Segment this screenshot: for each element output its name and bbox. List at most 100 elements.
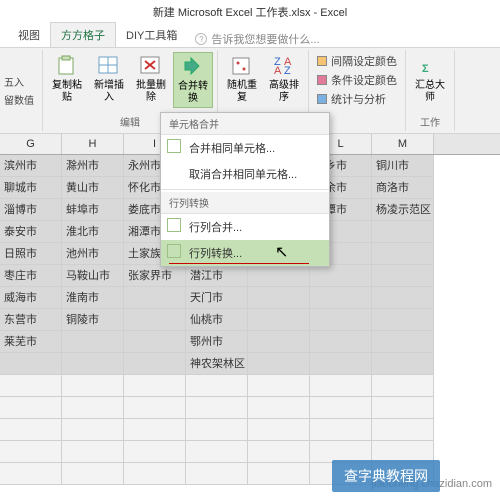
cell[interactable]: 张家界市 [124,265,186,287]
cell[interactable]: 日照市 [0,243,62,265]
cell[interactable] [62,353,124,375]
cell[interactable]: 仙桃市 [186,309,248,331]
tab-ffgz[interactable]: 方方格子 [50,22,116,47]
summary-master-button[interactable]: Σ 汇总大师 [410,52,450,106]
cell[interactable] [248,463,310,485]
menu-rowcol-convert[interactable]: 行列转换... [161,240,329,266]
cell[interactable]: 滨州市 [0,155,62,177]
cell[interactable]: 池州市 [62,243,124,265]
cell[interactable] [62,331,124,353]
cell[interactable] [62,419,124,441]
cell[interactable] [62,397,124,419]
cell[interactable] [124,331,186,353]
cell[interactable] [372,265,434,287]
cell[interactable]: 蚌埠市 [62,199,124,221]
cell[interactable]: 东营市 [0,309,62,331]
cell[interactable]: 淮北市 [62,221,124,243]
cell[interactable]: 杨凌示范区 [372,199,434,221]
cell[interactable] [248,331,310,353]
cell[interactable]: 铜川市 [372,155,434,177]
cell[interactable]: 莱芜市 [0,331,62,353]
cell[interactable]: 神农架林区 [186,353,248,375]
merge-convert-button[interactable]: 合并转换 [173,52,213,108]
cell[interactable] [124,309,186,331]
interval-color-button[interactable]: 间隔设定颜色 [313,52,401,70]
cell[interactable] [372,419,434,441]
cell[interactable]: 天门市 [186,287,248,309]
cell[interactable] [248,419,310,441]
cell[interactable]: 滁州市 [62,155,124,177]
cell[interactable]: 黄山市 [62,177,124,199]
cell[interactable] [248,287,310,309]
cell[interactable]: 枣庄市 [0,265,62,287]
stats-analysis-button[interactable]: 统计与分析 [313,90,401,108]
left-text-1[interactable]: 五入 [0,73,38,90]
menu-rowcol-merge[interactable]: 行列合并... [161,214,329,240]
cell[interactable] [248,309,310,331]
cell[interactable]: 铜陵市 [62,309,124,331]
cell[interactable] [310,287,372,309]
cell[interactable]: 商洛市 [372,177,434,199]
cell[interactable] [186,375,248,397]
cell[interactable] [124,287,186,309]
cell[interactable] [0,375,62,397]
batch-delete-button[interactable]: 批量删除 [131,52,171,106]
cell[interactable]: 马鞍山市 [62,265,124,287]
left-text-2[interactable]: 留数值 [0,91,38,108]
random-repeat-button[interactable]: 随机重复 [222,52,262,106]
condition-color-button[interactable]: 条件设定颜色 [313,71,401,89]
cell[interactable]: 潜江市 [186,265,248,287]
col-header[interactable]: M [372,134,434,154]
cell[interactable] [310,375,372,397]
cell[interactable] [310,265,372,287]
tab-diy[interactable]: DIY工具箱 [116,23,187,47]
cell[interactable] [186,463,248,485]
cell[interactable] [310,309,372,331]
insert-button[interactable]: 新增插入 [89,52,129,106]
cell[interactable]: 威海市 [0,287,62,309]
cell[interactable] [372,243,434,265]
cell[interactable] [186,419,248,441]
cell[interactable] [248,375,310,397]
tab-view[interactable]: 视图 [8,23,50,47]
cell[interactable] [372,287,434,309]
cell[interactable] [248,265,310,287]
cell[interactable] [0,463,62,485]
cell[interactable]: 淄博市 [0,199,62,221]
menu-unmerge-same[interactable]: 取消合并相同单元格... [161,161,329,187]
cell[interactable] [62,375,124,397]
cell[interactable] [124,353,186,375]
cell[interactable] [62,463,124,485]
advanced-sort-button[interactable]: ZAAZ 高级排序 [264,52,304,106]
cell[interactable] [124,419,186,441]
cell[interactable] [124,375,186,397]
cell[interactable]: 淮南市 [62,287,124,309]
cell[interactable] [310,419,372,441]
cell[interactable]: 鄂州市 [186,331,248,353]
cell[interactable] [310,331,372,353]
menu-merge-same[interactable]: 合并相同单元格... [161,135,329,161]
copy-paste-button[interactable]: 复制粘贴 [47,52,87,106]
cell[interactable] [248,441,310,463]
cell[interactable] [372,397,434,419]
cell[interactable] [248,397,310,419]
cell[interactable]: 泰安市 [0,221,62,243]
cell[interactable] [124,463,186,485]
cell[interactable] [186,397,248,419]
cell[interactable] [372,331,434,353]
cell[interactable]: 聊城市 [0,177,62,199]
cell[interactable] [124,397,186,419]
cell[interactable] [248,353,310,375]
col-header[interactable]: G [0,134,62,154]
cell[interactable] [0,397,62,419]
cell[interactable] [310,353,372,375]
cell[interactable] [186,441,248,463]
cell[interactable] [0,353,62,375]
cell[interactable] [372,375,434,397]
col-header[interactable]: H [62,134,124,154]
cell[interactable] [0,441,62,463]
cell[interactable] [372,353,434,375]
cell[interactable] [0,419,62,441]
cell[interactable] [372,221,434,243]
cell[interactable] [124,441,186,463]
